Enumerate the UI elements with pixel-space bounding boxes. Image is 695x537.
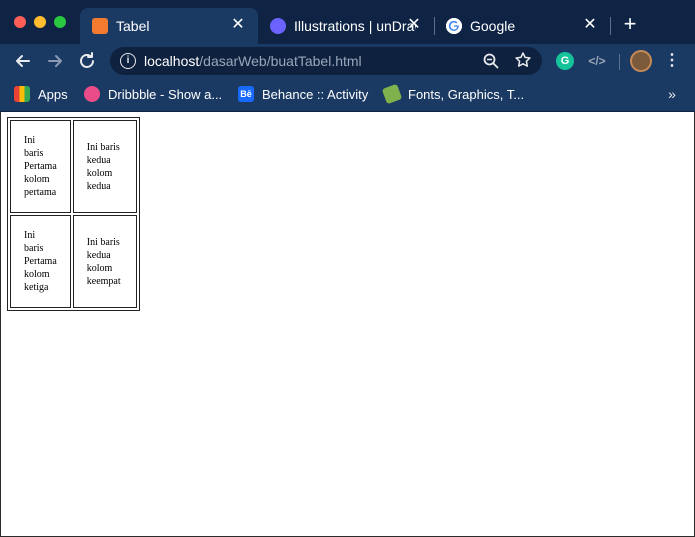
- table-cell-r2c1: Ini baris Pertama kolom ketiga: [10, 215, 71, 308]
- minimize-window-button[interactable]: [34, 16, 46, 28]
- bookmark-fonts-graphics[interactable]: Fonts, Graphics, T...: [381, 83, 525, 105]
- browser-toolbar: i localhost/dasarWeb/buatTabel.html G </…: [0, 44, 695, 78]
- url-text[interactable]: localhost/dasarWeb/buatTabel.html: [144, 53, 362, 69]
- tab-tabel[interactable]: Tabel ✕: [80, 8, 258, 44]
- reload-icon: [80, 52, 94, 68]
- fonts-tag-icon: [381, 83, 403, 105]
- cell-line: kedua: [86, 249, 111, 261]
- behance-icon: Bē: [238, 86, 254, 102]
- toolbar-divider: [619, 54, 620, 70]
- cell-line: kolom: [24, 269, 50, 280]
- tab-google[interactable]: Google ✕: [434, 8, 610, 44]
- bookmark-label: Dribbble - Show a...: [108, 86, 223, 102]
- tab-title: Google: [470, 18, 516, 34]
- cell-line: kedua: [86, 154, 111, 166]
- arrow-left-icon: [16, 55, 30, 67]
- star-icon: [515, 52, 531, 67]
- close-tab-icon[interactable]: ✕: [406, 17, 422, 33]
- bookmark-label: Fonts, Graphics, T...: [408, 86, 525, 102]
- google-icon: [446, 18, 462, 34]
- xampp-icon: [92, 18, 108, 34]
- cell-line: ketiga: [24, 282, 49, 293]
- cell-line: kedua: [86, 180, 111, 192]
- cell-line: Ini: [24, 135, 36, 146]
- undraw-icon: [270, 18, 286, 34]
- tab-separator: [610, 17, 611, 35]
- table-cell-r1c2: Ini baris kedua kolom kedua: [72, 120, 137, 213]
- table-cell-r1c1: Ini baris Pertama kolom pertama: [10, 120, 71, 213]
- cell-line: kolom: [86, 262, 113, 274]
- page-viewport: Ini baris Pertama kolom pertama Ini bari…: [0, 112, 695, 537]
- cell-line: kolom: [24, 174, 50, 185]
- cell-line: Ini baris: [86, 141, 120, 153]
- zoom-icon[interactable]: [482, 52, 500, 70]
- browser-menu-icon[interactable]: ⋮: [664, 50, 680, 72]
- table-row: Ini baris Pertama kolom ketiga Ini baris…: [10, 215, 137, 308]
- profile-avatar[interactable]: [630, 50, 652, 72]
- magnifier-icon: [483, 53, 499, 69]
- url-path: /dasarWeb/buatTabel.html: [199, 53, 362, 69]
- browser-titlebar: Tabel ✕ Illustrations | unDraw ✕ Google …: [0, 0, 695, 44]
- address-bar[interactable]: i localhost/dasarWeb/buatTabel.html: [110, 47, 542, 75]
- more-bookmarks-icon[interactable]: »: [664, 85, 680, 103]
- new-tab-button[interactable]: +: [620, 13, 640, 35]
- dribbble-icon: [84, 86, 100, 102]
- maximize-window-button[interactable]: [54, 16, 66, 28]
- back-button[interactable]: [12, 50, 34, 72]
- cell-line: Pertama: [24, 161, 57, 172]
- cell-line: baris: [24, 148, 44, 159]
- cell-line: Ini baris: [86, 236, 120, 248]
- cell-line: pertama: [24, 187, 57, 198]
- bookmark-apps[interactable]: Apps: [14, 85, 68, 103]
- apps-icon: [14, 86, 30, 102]
- google-g-icon: [446, 18, 462, 34]
- table-row: Ini baris Pertama kolom pertama Ini bari…: [10, 120, 137, 213]
- cell-line: Pertama: [24, 256, 57, 267]
- code-extension-icon[interactable]: </>: [588, 52, 606, 70]
- reload-button[interactable]: [76, 50, 98, 72]
- bookmark-star-icon[interactable]: [514, 51, 532, 69]
- bookmark-label: Behance :: Activity: [262, 86, 369, 102]
- bookmark-label: Apps: [38, 86, 68, 102]
- close-window-button[interactable]: [14, 16, 26, 28]
- tab-undraw[interactable]: Illustrations | unDraw ✕: [258, 8, 434, 44]
- data-table: Ini baris Pertama kolom pertama Ini bari…: [7, 117, 140, 311]
- bookmark-behance[interactable]: Bē Behance :: Activity: [238, 85, 368, 103]
- cell-line: keempat: [86, 275, 121, 287]
- cell-line: baris: [24, 243, 44, 254]
- table-cell-r2c2: Ini baris kedua kolom keempat: [72, 215, 137, 308]
- cell-line: Ini: [24, 230, 36, 241]
- grammarly-extension-icon[interactable]: G: [556, 52, 574, 70]
- close-tab-icon[interactable]: ✕: [230, 17, 246, 33]
- arrow-right-icon: [48, 55, 62, 67]
- site-info-icon[interactable]: i: [120, 53, 136, 69]
- url-host: localhost: [144, 53, 200, 69]
- forward-button[interactable]: [44, 50, 66, 72]
- close-tab-icon[interactable]: ✕: [582, 17, 598, 33]
- cell-line: kolom: [86, 167, 113, 179]
- bookmark-dribbble[interactable]: Dribbble - Show a...: [84, 85, 222, 103]
- tab-title: Illustrations | unDraw: [294, 18, 416, 34]
- tab-title: Tabel: [116, 18, 150, 34]
- bookmarks-bar: Apps Dribbble - Show a... Bē Behance :: …: [0, 78, 695, 112]
